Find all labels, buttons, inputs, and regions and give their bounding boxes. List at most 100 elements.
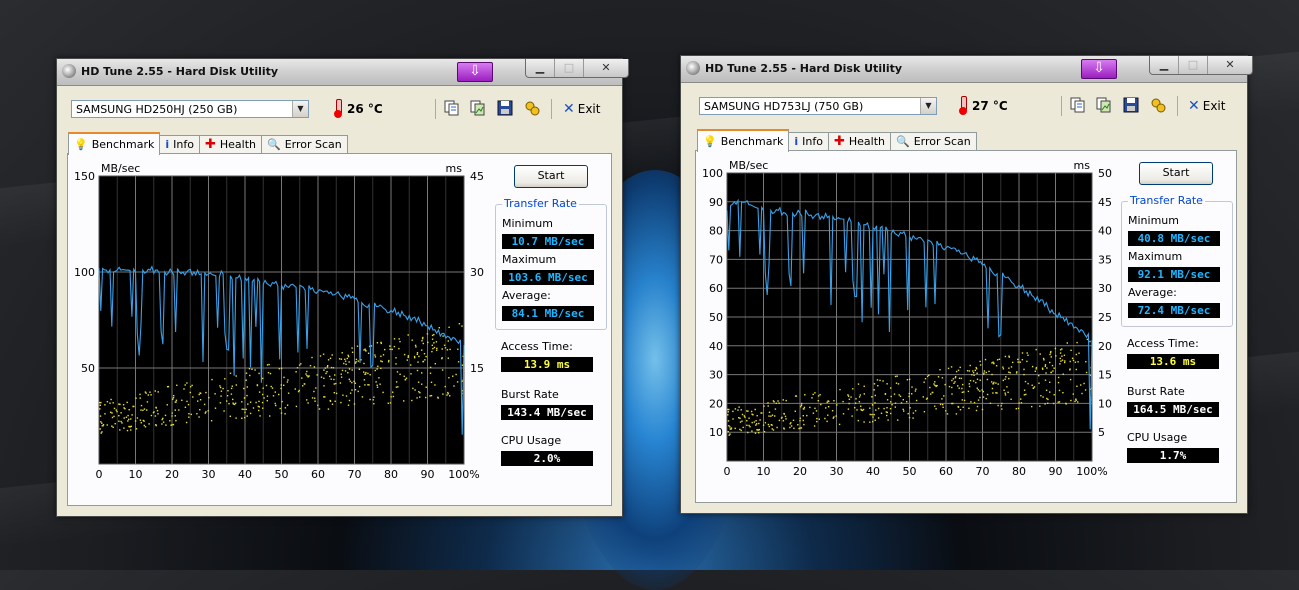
access-time-point	[100, 401, 102, 404]
start-button[interactable]: Start	[1139, 162, 1213, 185]
access-time-point	[140, 422, 142, 424]
access-time-point	[982, 396, 985, 398]
access-time-point	[1075, 398, 1077, 400]
access-time-point	[327, 408, 330, 410]
title-bar[interactable]: HD Tune 2.55 - Hard Disk Utility ⇩ ▁ □ ✕	[57, 59, 629, 86]
close-button[interactable]: ✕	[584, 59, 628, 77]
minimize-button[interactable]: ▁	[1150, 56, 1179, 74]
chevron-down-icon[interactable]: ▼	[292, 101, 308, 117]
access-time-point	[944, 383, 946, 386]
tab-health[interactable]: ✚ Health	[198, 135, 262, 154]
start-button[interactable]: Start	[514, 165, 588, 188]
save-icon[interactable]	[497, 100, 513, 116]
access-time-point	[323, 385, 325, 387]
drive-select[interactable]: SAMSUNG HD250HJ (250 GB) ▼	[71, 100, 309, 118]
maximize-button[interactable]: □	[1179, 56, 1208, 74]
x-tick-label: 70	[976, 465, 990, 478]
access-time-value: 13.6 ms	[1127, 354, 1219, 369]
tab-info[interactable]: i Info	[159, 135, 200, 154]
minimize-button[interactable]: ▁	[526, 59, 555, 77]
access-time-point	[269, 415, 271, 417]
access-time-point	[871, 396, 873, 398]
access-time-point	[897, 419, 899, 421]
access-time-point	[975, 381, 977, 384]
access-time-point	[334, 374, 336, 376]
maximize-button[interactable]: □	[555, 59, 584, 77]
tab-error-scan[interactable]: 🔍 Error Scan	[890, 132, 977, 151]
exit-button[interactable]: ✕ Exit	[563, 100, 600, 118]
access-time-point	[124, 408, 126, 410]
access-time-point	[991, 373, 993, 376]
access-time-point	[444, 385, 446, 388]
access-time-point	[961, 399, 963, 401]
x-tick-label: 10	[129, 468, 143, 481]
access-time-point	[1064, 361, 1066, 364]
access-time-point	[951, 386, 953, 389]
save-icon[interactable]	[1123, 97, 1139, 113]
access-time-point	[230, 393, 233, 395]
tab-benchmark[interactable]: 💡 Benchmark	[697, 129, 790, 152]
access-time-point	[939, 369, 941, 371]
access-time-point	[115, 409, 117, 411]
access-time-point	[778, 419, 781, 422]
options-icon[interactable]	[1150, 97, 1166, 113]
access-time-point	[993, 381, 995, 384]
access-time-point	[387, 361, 390, 363]
options-icon[interactable]	[524, 100, 540, 116]
access-time-point	[988, 370, 990, 373]
access-time-point	[794, 410, 796, 412]
access-time-point	[99, 415, 102, 417]
copy-image-icon[interactable]	[470, 100, 486, 116]
access-time-point	[763, 431, 766, 433]
menu-download-icon[interactable]: ⇩	[1081, 59, 1117, 79]
copy-text-icon[interactable]	[1070, 97, 1086, 113]
access-time-point	[748, 424, 750, 427]
access-time-point	[348, 361, 350, 363]
access-time-point	[912, 417, 914, 419]
access-time-point	[982, 390, 984, 393]
access-time-point	[992, 383, 994, 385]
title-bar[interactable]: HD Tune 2.55 - Hard Disk Utility ⇩ ▁ □ ✕	[681, 56, 1253, 83]
access-time-point	[382, 391, 384, 394]
exit-button[interactable]: ✕ Exit	[1188, 97, 1225, 115]
access-time-point	[860, 405, 862, 407]
access-time-point	[355, 358, 358, 361]
tab-label: Health	[219, 138, 256, 151]
access-time-point	[132, 405, 134, 408]
tab-error-scan[interactable]: 🔍 Error Scan	[261, 135, 348, 154]
chevron-down-icon[interactable]: ▼	[920, 98, 936, 114]
access-time-point	[732, 410, 734, 413]
drive-select[interactable]: SAMSUNG HD753LJ (750 GB) ▼	[699, 97, 937, 115]
access-time-point	[447, 340, 449, 342]
tab-benchmark[interactable]: 💡 Benchmark	[68, 132, 161, 155]
tab-label: Benchmark	[91, 137, 155, 151]
tab-info[interactable]: i Info	[788, 132, 829, 151]
copy-image-icon[interactable]	[1096, 97, 1112, 113]
access-time-point	[324, 367, 327, 369]
access-time-point	[189, 391, 191, 394]
copy-text-icon[interactable]	[444, 100, 460, 116]
access-time-point	[274, 391, 276, 393]
access-time-point	[876, 379, 879, 381]
access-time-point	[196, 413, 198, 415]
close-button[interactable]: ✕	[1208, 56, 1252, 74]
menu-download-icon[interactable]: ⇩	[457, 62, 493, 82]
access-time-point	[907, 412, 909, 415]
average-label: Average:	[502, 289, 551, 302]
access-time-point	[858, 401, 861, 403]
access-time-point	[814, 392, 816, 394]
window-controls: ▁ □ ✕	[525, 59, 629, 78]
tab-health[interactable]: ✚ Health	[827, 132, 891, 151]
access-time-point	[802, 408, 805, 410]
y2-tick-label: 50	[1098, 167, 1112, 180]
access-time-point	[313, 390, 315, 393]
access-time-point	[333, 378, 335, 381]
access-time-point	[890, 401, 892, 403]
access-time-point	[411, 339, 413, 341]
access-time-point	[738, 417, 740, 419]
access-time-point	[1005, 376, 1007, 378]
access-time-point	[348, 399, 351, 402]
access-time-point	[389, 402, 392, 404]
access-time-point	[1059, 363, 1061, 365]
access-time-point	[149, 391, 151, 393]
